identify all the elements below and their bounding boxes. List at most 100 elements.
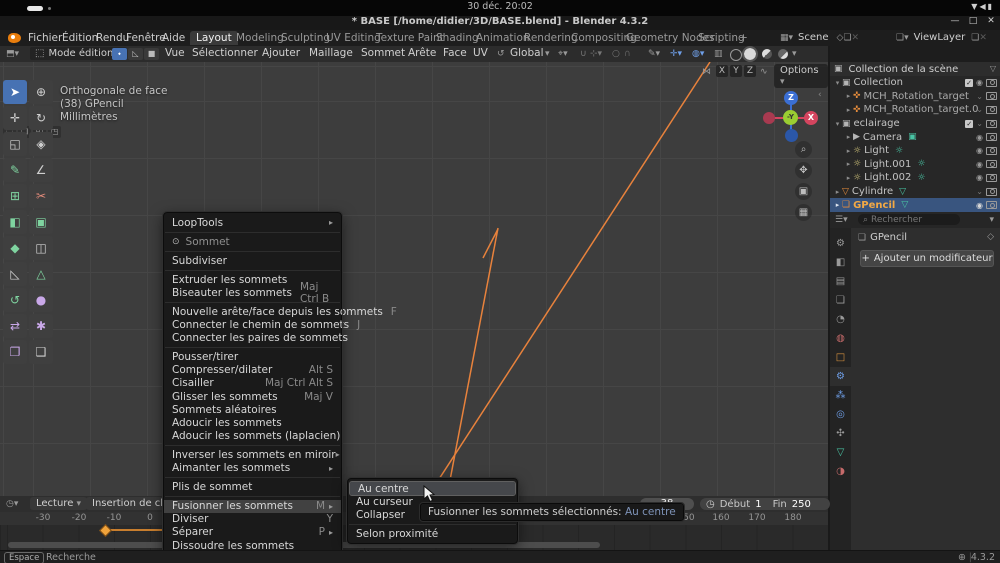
tool-loop-cut[interactable]: ◫	[29, 236, 53, 260]
tool-bend[interactable]: ◧	[3, 210, 27, 234]
outliner-row-mch-target[interactable]: ▸ ✜ MCH_Rotation_target ⌄	[830, 90, 1000, 104]
eye-icon[interactable]: ◉	[976, 201, 983, 210]
falloff-curve-icon[interactable]: ∩	[624, 49, 631, 59]
tab-render[interactable]: ◧	[830, 253, 851, 272]
expand-chevron-icon[interactable]: ▾	[833, 120, 842, 128]
outliner-row-collection[interactable]: ▾ ▣ Collection ✓◉	[830, 76, 1000, 90]
start-frame-value[interactable]: 1	[755, 499, 761, 510]
tool-transform[interactable]: ◈	[29, 132, 53, 156]
expand-chevron-icon[interactable]: ▾	[833, 79, 842, 87]
camera-visibility-icon[interactable]	[986, 147, 997, 155]
copy-viewlayer-icon[interactable]: ❏	[971, 33, 979, 43]
add-modifier-button[interactable]: + Ajouter un modificateur	[860, 250, 994, 267]
eye-icon[interactable]: ◉	[976, 133, 983, 142]
tool-annotate[interactable]: ✎	[3, 158, 27, 182]
proportional-editing-icon[interactable]: ○	[612, 49, 620, 59]
eye-closed-icon[interactable]: ⌄	[976, 92, 983, 101]
menu-item-separer[interactable]: SéparerP▸	[164, 526, 341, 539]
menu-ajouter[interactable]: Ajouter	[262, 47, 300, 59]
delete-viewlayer-icon[interactable]: ✕	[979, 33, 987, 43]
camera-visibility-icon[interactable]	[986, 133, 997, 141]
expand-chevron-icon[interactable]: ▸	[844, 92, 853, 100]
vertex-select-mode-button[interactable]: ⬩	[112, 48, 127, 60]
outliner-row-mch-target-0[interactable]: ▸ ✜ MCH_Rotation_target.0 ⌄	[830, 103, 1000, 117]
menu-item-compresser[interactable]: Compresser/dilaterAlt S	[164, 364, 341, 377]
tab-physics[interactable]: ◎	[830, 405, 851, 424]
menu-item-pousser-tirer[interactable]: Pousser/tirer	[164, 351, 341, 364]
mirror-x-button[interactable]: X	[716, 65, 728, 77]
ortho-toggle-button[interactable]: ▦	[795, 204, 812, 221]
expand-chevron-icon[interactable]: ▸	[833, 188, 842, 196]
pan-view-button[interactable]: ✥	[795, 162, 812, 179]
tab-constraints[interactable]: ✣	[830, 424, 851, 443]
menu-item-adoucir[interactable]: Adoucir les sommets	[164, 416, 341, 429]
zoom-view-button[interactable]: ⌕	[795, 141, 812, 158]
eye-icon[interactable]: ◉	[976, 146, 983, 155]
eye-closed-icon[interactable]: ⌄	[976, 119, 983, 128]
mirror-y-button[interactable]: Y	[730, 65, 742, 77]
tab-object-data[interactable]: ▽	[830, 443, 851, 462]
expand-chevron-icon[interactable]: ▸	[844, 106, 853, 114]
gizmo-z-axis[interactable]: Z	[784, 91, 798, 105]
camera-visibility-icon[interactable]	[986, 92, 997, 100]
submenu-item-au-centre[interactable]: Au centre	[350, 482, 515, 495]
pivot-point-icon[interactable]: ⌖▾	[558, 49, 568, 59]
tab-world[interactable]: ◍	[830, 329, 851, 348]
viewlayer-name[interactable]: ViewLayer	[914, 32, 966, 43]
menu-vue[interactable]: Vue	[165, 47, 185, 59]
camera-visibility-icon[interactable]	[986, 79, 997, 87]
tool-scale[interactable]: ◱	[3, 132, 27, 156]
add-workspace-button[interactable]: +	[733, 31, 754, 45]
tool-smooth[interactable]: ●	[29, 288, 53, 312]
panel-divider[interactable]	[828, 46, 830, 550]
gizmos-toggle-icon[interactable]: ✛▾	[670, 49, 682, 59]
camera-view-button[interactable]: ▣	[795, 183, 812, 200]
outliner-row-eclairage[interactable]: ▾ ▣ eclairage ✓⌄	[830, 117, 1000, 131]
menu-maillage[interactable]: Maillage	[309, 47, 353, 59]
menu-sommet[interactable]: Sommet	[361, 47, 405, 59]
outliner-row-light-002[interactable]: ▸ ☼ Light.002 ☼ ◉	[830, 171, 1000, 185]
tool-shrink-fatten[interactable]: ✱	[29, 314, 53, 338]
title-bar[interactable]: * BASE [/home/didier/3D/BASE.blend] - Bl…	[0, 16, 1000, 30]
transform-orientation-dropdown[interactable]: Global	[510, 47, 544, 59]
camera-visibility-icon[interactable]	[986, 174, 997, 182]
expand-chevron-icon[interactable]: ▸	[844, 160, 853, 168]
scene-selector[interactable]: ▦▾ Scene ◇ ❏ ✕	[780, 31, 859, 44]
editor-type-icon[interactable]: ⬒▾	[6, 49, 19, 59]
menu-item-aimanter[interactable]: Aimanter les sommets▸	[164, 462, 341, 475]
menu-item-plis[interactable]: Plis de sommet	[164, 481, 341, 494]
submenu-item-selon-proximite[interactable]: Selon proximité	[348, 527, 517, 540]
tab-material[interactable]: ◑	[830, 462, 851, 481]
chevron-down-icon[interactable]: ▾	[989, 215, 994, 225]
menu-item-glisser[interactable]: Glisser les sommetsMaj V	[164, 390, 341, 403]
eye-icon[interactable]: ◉	[976, 78, 983, 87]
expand-chevron-icon[interactable]: ▸	[833, 201, 842, 209]
viewlayer-selector[interactable]: ❏▾ ViewLayer ❏ ✕	[896, 31, 987, 44]
menu-item-nouvelle-arete[interactable]: Nouvelle arête/face depuis les sommetsF	[164, 305, 341, 318]
menu-aide[interactable]: Aide	[158, 31, 189, 45]
camera-visibility-icon[interactable]	[986, 106, 997, 114]
outliner-row-light[interactable]: ▸ ☼ Light ☼ ◉	[830, 144, 1000, 158]
falloff-icon[interactable]: ∿	[760, 67, 768, 77]
tab-output[interactable]: ▤	[830, 272, 851, 291]
menu-arete[interactable]: Arête	[408, 47, 436, 59]
tool-tweak-select[interactable]: ➤	[3, 80, 27, 104]
copy-scene-icon[interactable]: ❏	[843, 33, 851, 43]
playback-dropdown[interactable]: Lecture ▾	[30, 497, 87, 510]
delete-scene-icon[interactable]: ✕	[852, 33, 860, 43]
eye-closed-icon[interactable]: ⌄	[976, 187, 983, 196]
menu-item-aleatoires[interactable]: Sommets aléatoires	[164, 403, 341, 416]
menu-item-inverser-miroir[interactable]: Inverser les sommets en miroir▸	[164, 448, 341, 461]
tool-move[interactable]: ✛	[3, 106, 27, 130]
collapse-panel-icon[interactable]: ‹	[818, 90, 822, 100]
outliner-row-cylindre[interactable]: ▸ ▽ Cylindre ▽ ⌄	[830, 185, 1000, 199]
expand-chevron-icon[interactable]: ▸	[844, 147, 853, 155]
tool-measure[interactable]: ∠	[29, 158, 53, 182]
tab-view-layer[interactable]: ❏	[830, 291, 851, 310]
menu-item-fusionner[interactable]: Fusionner les sommetsM▸	[164, 500, 341, 513]
system-clock[interactable]: 30 déc. 20:02	[0, 1, 1000, 12]
shading-solid-icon[interactable]	[744, 48, 756, 60]
edge-select-mode-button[interactable]: ◺	[128, 48, 143, 60]
editor-type-icon[interactable]: ◷▾	[6, 499, 18, 509]
menu-item-connecter-chemin[interactable]: Connecter le chemin de sommetsJ	[164, 319, 341, 332]
